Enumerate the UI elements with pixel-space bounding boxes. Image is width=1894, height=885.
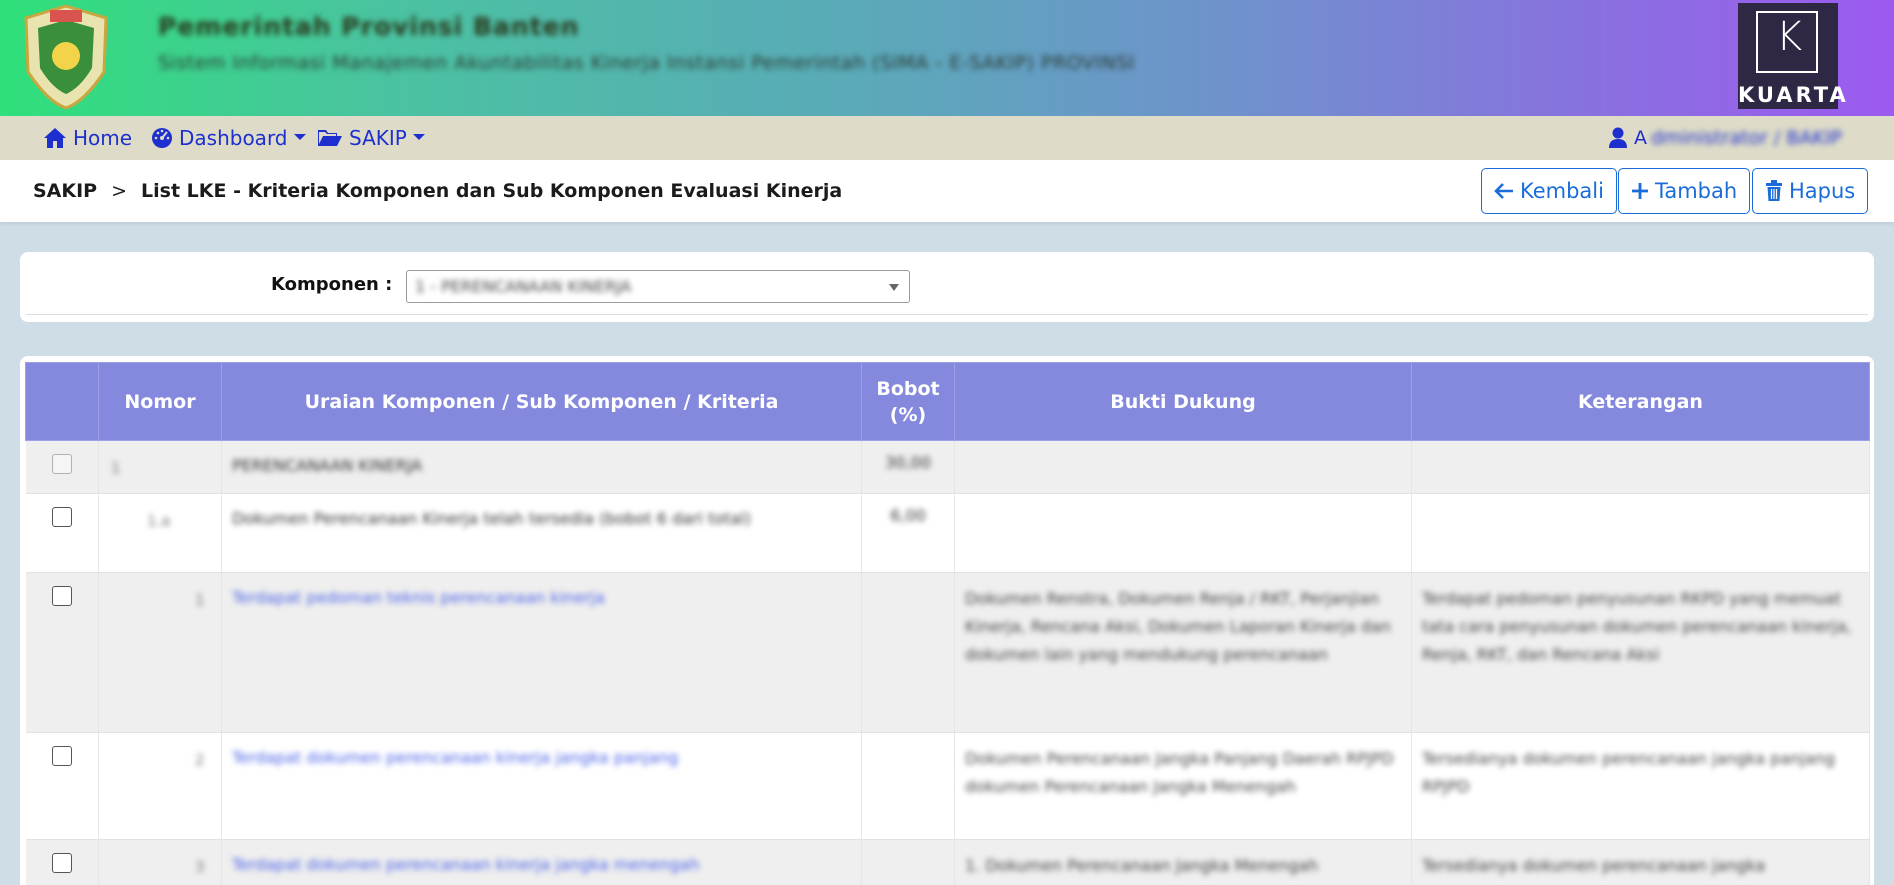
row-checkbox[interactable]	[51, 746, 72, 766]
col-ket-header: Keterangan	[1411, 362, 1870, 441]
lke-table: Nomor Uraian Komponen / Sub Komponen / K…	[25, 362, 1870, 885]
banner-subtitle: Sistem Informasi Manajemen Akuntabilitas…	[158, 52, 1135, 74]
col-bobot-header-line1: Bobot	[876, 377, 940, 400]
dashboard-gauge-icon	[152, 128, 172, 148]
user-icon	[1609, 127, 1627, 148]
row-bukti: Dokumen Perencanaan Jangka Panjang Daera…	[954, 732, 1412, 840]
back-button-label: Kembali	[1520, 179, 1604, 203]
row-bukti: 1. Dokumen Perencanaan Jangka Menengah	[954, 839, 1412, 885]
add-button-label: Tambah	[1655, 179, 1738, 203]
table-row[interactable]: 1 PERENCANAAN KINERJA 30,00	[25, 440, 1870, 494]
filter-divider	[26, 314, 1868, 315]
row-nomor: 1	[98, 440, 222, 494]
row-bukti: Dokumen Renstra, Dokumen Renja / RKT, Pe…	[954, 572, 1412, 733]
top-navbar: Home Dashboard SAKIP A dministrator / BA…	[0, 116, 1894, 160]
row-keterangan: Tersedianya dokumen perencanaan jangka	[1411, 839, 1870, 885]
row-select-cell	[25, 493, 99, 573]
col-uraian-header: Uraian Komponen / Sub Komponen / Kriteri…	[221, 362, 862, 441]
province-emblem-logo	[24, 4, 108, 110]
row-nomor: 3	[98, 839, 222, 885]
row-bukti	[954, 440, 1412, 494]
chevron-down-icon	[412, 134, 425, 140]
trash-icon	[1766, 180, 1782, 201]
row-select-cell	[25, 839, 99, 885]
breadcrumb-root[interactable]: SAKIP	[33, 180, 97, 202]
komponen-label: Komponen :	[271, 274, 393, 295]
kuarta-logo: K KUARTA	[1738, 3, 1849, 109]
plus-icon	[1632, 183, 1648, 199]
row-bobot	[861, 732, 955, 840]
user-name-initial: A	[1634, 127, 1647, 149]
row-checkbox[interactable]	[51, 454, 72, 474]
delete-button-label: Hapus	[1789, 179, 1856, 203]
page-title: List LKE - Kriteria Komponen dan Sub Kom…	[141, 180, 843, 202]
row-bobot: 30,00	[861, 440, 955, 494]
row-bukti	[954, 493, 1412, 573]
add-button[interactable]: Tambah	[1618, 168, 1751, 214]
user-menu[interactable]: A dministrator / BAKIP	[1608, 116, 1842, 160]
nav-sakip[interactable]: SAKIP	[317, 116, 425, 160]
row-bobot: 6,00	[861, 493, 955, 573]
row-bobot	[861, 572, 955, 733]
row-keterangan: Tersedianya dokumen perencanaan jangka p…	[1411, 732, 1870, 840]
row-uraian: Dokumen Perencanaan Kinerja telah tersed…	[221, 493, 862, 573]
row-nomor: 2	[98, 732, 222, 840]
col-bobot-header-line2: (%)	[889, 403, 927, 426]
table-row[interactable]: 2 Terdapat dokumen perencanaan kinerja j…	[25, 732, 1870, 840]
home-icon	[44, 128, 66, 148]
row-select-cell	[25, 572, 99, 733]
row-keterangan	[1411, 440, 1870, 494]
row-nomor: 1.a	[98, 493, 222, 573]
col-bobot-header: Bobot (%)	[861, 362, 955, 441]
row-keterangan: Terdapat pedoman penyusunan RKPD yang me…	[1411, 572, 1870, 733]
row-uraian-link[interactable]: Terdapat dokumen perencanaan kinerja jan…	[221, 732, 862, 840]
row-select-cell	[25, 732, 99, 840]
folder-open-icon	[318, 130, 342, 146]
breadcrumb: SAKIP > List LKE - Kriteria Komponen dan…	[33, 160, 842, 222]
row-select-cell	[25, 440, 99, 494]
dropdown-arrow-icon	[889, 284, 899, 291]
komponen-select-value: 1 - PERENCANAAN KINERJA	[415, 277, 632, 296]
row-nomor: 1	[98, 572, 222, 733]
row-keterangan	[1411, 493, 1870, 573]
kuarta-wordmark: KUARTA	[1738, 83, 1849, 107]
col-select-header	[25, 362, 99, 441]
header-banner: Pemerintah Provinsi Banten Sistem Inform…	[0, 0, 1894, 116]
row-checkbox[interactable]	[51, 853, 72, 873]
row-checkbox[interactable]	[51, 586, 72, 606]
table-card: Nomor Uraian Komponen / Sub Komponen / K…	[20, 356, 1874, 885]
kuarta-k-glyph: K	[1776, 14, 1803, 60]
row-uraian-link[interactable]: Terdapat dokumen perencanaan kinerja jan…	[221, 839, 862, 885]
nav-dashboard[interactable]: Dashboard	[151, 116, 306, 160]
nav-home-label: Home	[73, 126, 133, 150]
table-row[interactable]: 1 Terdapat pedoman teknis perencanaan ki…	[25, 572, 1870, 733]
col-nomor-header: Nomor	[98, 362, 222, 441]
table-header-row: Nomor Uraian Komponen / Sub Komponen / K…	[25, 362, 1870, 441]
delete-button[interactable]: Hapus	[1752, 168, 1869, 214]
row-checkbox[interactable]	[51, 507, 72, 527]
nav-home[interactable]: Home	[43, 116, 132, 160]
breadcrumb-separator: >	[111, 180, 128, 202]
row-uraian-link[interactable]: Terdapat pedoman teknis perencanaan kine…	[221, 572, 862, 733]
arrow-left-icon	[1494, 183, 1513, 199]
back-button[interactable]: Kembali	[1481, 168, 1617, 214]
row-uraian: PERENCANAAN KINERJA	[221, 440, 862, 494]
nav-dashboard-label: Dashboard	[179, 126, 288, 150]
nav-sakip-label: SAKIP	[349, 126, 407, 150]
komponen-select[interactable]: 1 - PERENCANAAN KINERJA	[406, 270, 910, 303]
chevron-down-icon	[293, 134, 306, 140]
table-row[interactable]: 3 Terdapat dokumen perencanaan kinerja j…	[25, 839, 1870, 885]
user-name: dministrator / BAKIP	[1651, 127, 1842, 149]
banner-title: Pemerintah Provinsi Banten	[158, 12, 580, 41]
row-bobot	[861, 839, 955, 885]
col-bukti-header: Bukti Dukung	[954, 362, 1412, 441]
table-row[interactable]: 1.a Dokumen Perencanaan Kinerja telah te…	[25, 493, 1870, 573]
